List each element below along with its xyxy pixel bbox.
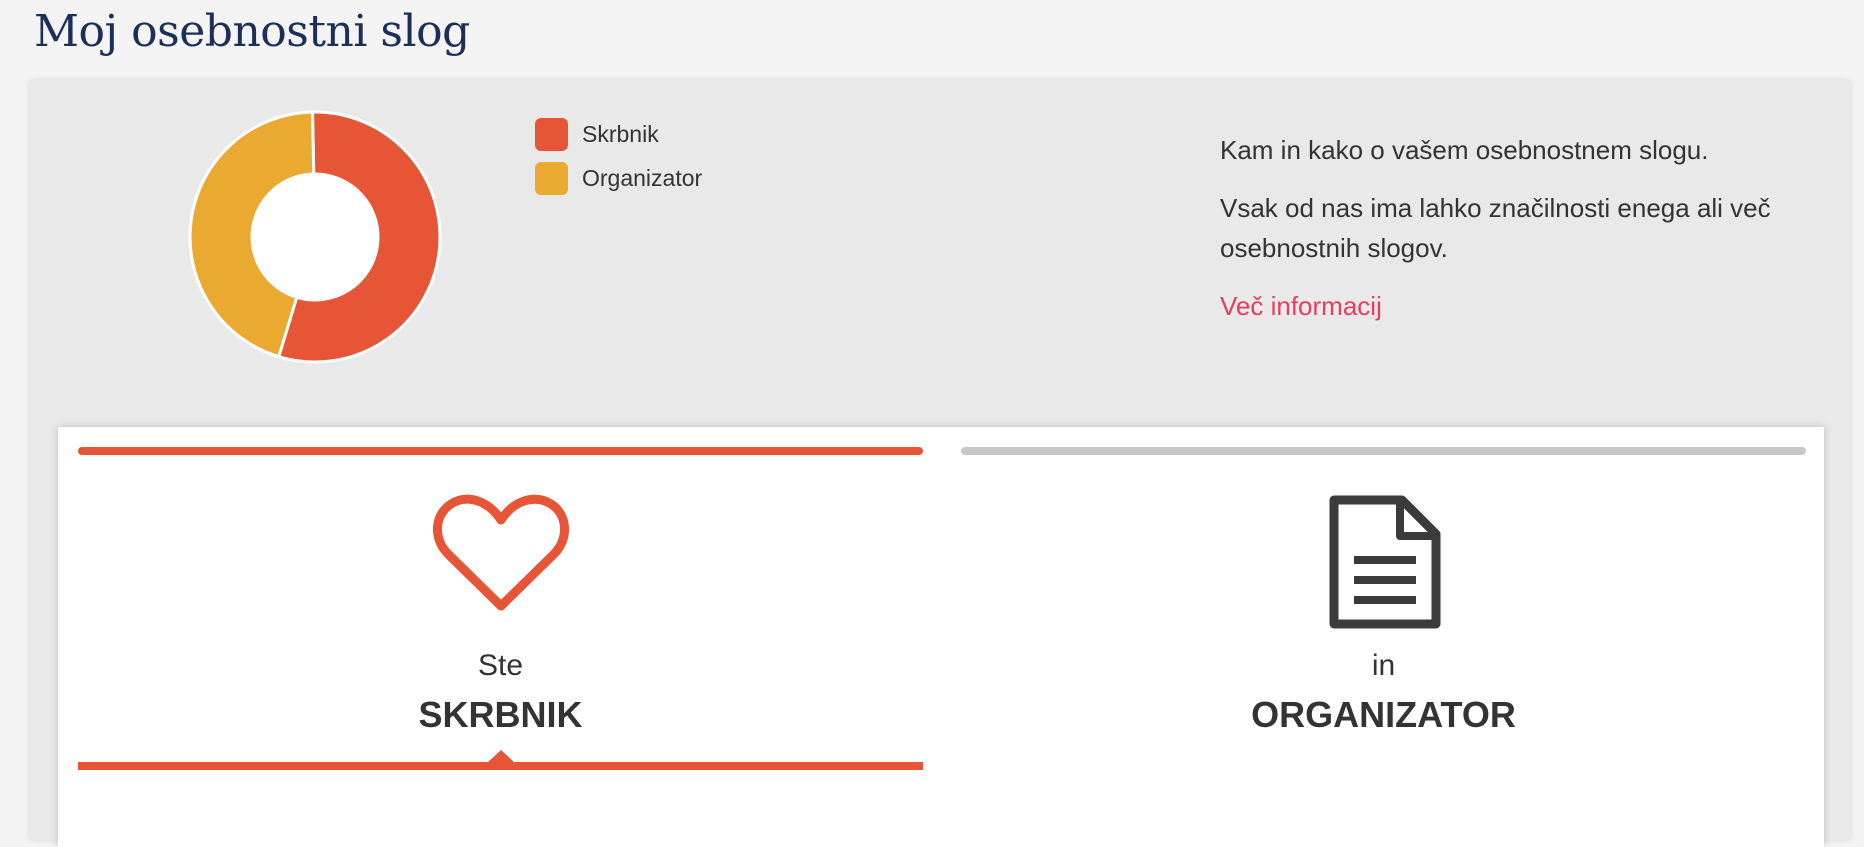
more-info-link[interactable]: Več informacij — [1220, 291, 1382, 321]
legend-item-skrbnik[interactable]: Skrbnik — [535, 112, 702, 156]
page-title: Moj osebnostni slog — [34, 6, 470, 57]
info-intro: Kam in kako o vašem osebnostnem slogu. — [1220, 135, 1709, 165]
legend-item-organizator[interactable]: Organizator — [535, 156, 702, 200]
tab-indicator-bar — [961, 447, 1806, 455]
active-tab-underline — [78, 762, 923, 770]
heart-icon — [432, 494, 569, 611]
tab-prefix: Ste — [477, 649, 524, 682]
tab-style-name: ORGANIZATOR — [1251, 694, 1516, 735]
tab-indicator-bar — [78, 447, 923, 455]
tab-organizator[interactable]: in ORGANIZATOR — [961, 427, 1806, 817]
legend-swatch-organizator — [535, 161, 568, 195]
legend-label: Organizator — [582, 164, 703, 191]
info-text-block: Kam in kako o vašem osebnostnem slogu. V… — [1220, 130, 1800, 326]
tab-skrbnik[interactable]: Ste SKRBNIK — [78, 427, 923, 817]
style-donut-chart — [188, 110, 442, 364]
donut-hole — [253, 175, 377, 299]
info-body: Vsak od nas ima lahko značilnosti enega … — [1220, 193, 1771, 263]
legend-swatch-skrbnik — [535, 117, 568, 151]
tab-prefix: in — [1371, 649, 1396, 682]
legend-label: Skrbnik — [582, 120, 659, 147]
chart-legend: Skrbnik Organizator — [535, 112, 702, 200]
tab-style-name: SKRBNIK — [418, 694, 583, 735]
active-tab-caret — [486, 750, 515, 763]
style-tabs-card: Ste SKRBNIK in ORGANIZATOR — [58, 427, 1824, 847]
document-icon — [1329, 495, 1440, 629]
